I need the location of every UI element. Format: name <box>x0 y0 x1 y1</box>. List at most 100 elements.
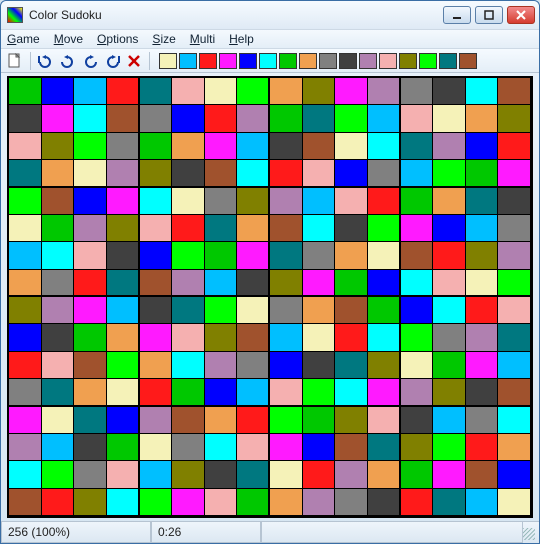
cell[interactable] <box>42 160 75 187</box>
cell[interactable] <box>74 133 107 160</box>
cell[interactable] <box>172 461 205 488</box>
cell[interactable] <box>368 78 401 105</box>
cell[interactable] <box>466 133 499 160</box>
cell[interactable] <box>42 434 75 461</box>
cell[interactable] <box>237 434 270 461</box>
cell[interactable] <box>335 352 368 379</box>
cell[interactable] <box>270 324 303 351</box>
cell[interactable] <box>433 188 466 215</box>
cell[interactable] <box>270 297 303 324</box>
cell[interactable] <box>401 297 434 324</box>
cell[interactable] <box>270 461 303 488</box>
cell[interactable] <box>368 407 401 434</box>
cell[interactable] <box>140 489 173 516</box>
cell[interactable] <box>9 270 42 297</box>
cell[interactable] <box>237 160 270 187</box>
cell[interactable] <box>140 215 173 242</box>
cell[interactable] <box>401 352 434 379</box>
cell[interactable] <box>42 352 75 379</box>
palette-swatch-7[interactable] <box>299 53 317 69</box>
cell[interactable] <box>74 215 107 242</box>
cell[interactable] <box>172 379 205 406</box>
cell[interactable] <box>401 242 434 269</box>
cell[interactable] <box>498 379 531 406</box>
cell[interactable] <box>205 105 238 132</box>
cell[interactable] <box>9 434 42 461</box>
cell[interactable] <box>237 105 270 132</box>
cell[interactable] <box>74 105 107 132</box>
cell[interactable] <box>401 324 434 351</box>
cell[interactable] <box>303 270 336 297</box>
cell[interactable] <box>401 133 434 160</box>
cell[interactable] <box>237 78 270 105</box>
cell[interactable] <box>368 434 401 461</box>
cell[interactable] <box>42 78 75 105</box>
cell[interactable] <box>368 242 401 269</box>
cell[interactable] <box>303 105 336 132</box>
cell[interactable] <box>368 160 401 187</box>
cell[interactable] <box>42 215 75 242</box>
cell[interactable] <box>270 242 303 269</box>
cell[interactable] <box>498 434 531 461</box>
resize-grip-icon[interactable] <box>523 528 535 540</box>
cell[interactable] <box>107 489 140 516</box>
cell[interactable] <box>237 489 270 516</box>
cell[interactable] <box>498 270 531 297</box>
cell[interactable] <box>335 297 368 324</box>
palette-swatch-0[interactable] <box>159 53 177 69</box>
cell[interactable] <box>466 407 499 434</box>
cell[interactable] <box>9 489 42 516</box>
cell[interactable] <box>433 78 466 105</box>
cell[interactable] <box>74 160 107 187</box>
cell[interactable] <box>303 133 336 160</box>
cell[interactable] <box>107 324 140 351</box>
cell[interactable] <box>466 78 499 105</box>
cell[interactable] <box>140 105 173 132</box>
cell[interactable] <box>368 489 401 516</box>
cell[interactable] <box>368 379 401 406</box>
cell[interactable] <box>237 297 270 324</box>
cell[interactable] <box>237 461 270 488</box>
cell[interactable] <box>9 215 42 242</box>
cell[interactable] <box>270 489 303 516</box>
palette-swatch-9[interactable] <box>339 53 357 69</box>
cell[interactable] <box>466 270 499 297</box>
cell[interactable] <box>498 215 531 242</box>
cell[interactable] <box>270 215 303 242</box>
cell[interactable] <box>74 352 107 379</box>
cell[interactable] <box>237 188 270 215</box>
cell[interactable] <box>140 133 173 160</box>
cell[interactable] <box>205 489 238 516</box>
cell[interactable] <box>498 160 531 187</box>
sudoku-board[interactable] <box>7 76 533 518</box>
cell[interactable] <box>466 461 499 488</box>
cell[interactable] <box>42 461 75 488</box>
cell[interactable] <box>9 324 42 351</box>
cell[interactable] <box>401 270 434 297</box>
cell[interactable] <box>172 407 205 434</box>
cell[interactable] <box>42 270 75 297</box>
cell[interactable] <box>42 324 75 351</box>
cell[interactable] <box>74 242 107 269</box>
palette-swatch-12[interactable] <box>399 53 417 69</box>
cell[interactable] <box>498 461 531 488</box>
cell[interactable] <box>335 133 368 160</box>
cell[interactable] <box>303 297 336 324</box>
cell[interactable] <box>172 434 205 461</box>
cell[interactable] <box>205 270 238 297</box>
cell[interactable] <box>270 188 303 215</box>
cell[interactable] <box>498 105 531 132</box>
cell[interactable] <box>498 78 531 105</box>
close-button[interactable] <box>507 6 535 24</box>
cell[interactable] <box>74 407 107 434</box>
menu-options[interactable]: Options <box>97 32 138 46</box>
cell[interactable] <box>74 379 107 406</box>
cell[interactable] <box>74 297 107 324</box>
cell[interactable] <box>237 352 270 379</box>
cell[interactable] <box>42 105 75 132</box>
cell[interactable] <box>270 270 303 297</box>
cell[interactable] <box>303 461 336 488</box>
cell[interactable] <box>107 461 140 488</box>
cell[interactable] <box>42 489 75 516</box>
cell[interactable] <box>335 105 368 132</box>
